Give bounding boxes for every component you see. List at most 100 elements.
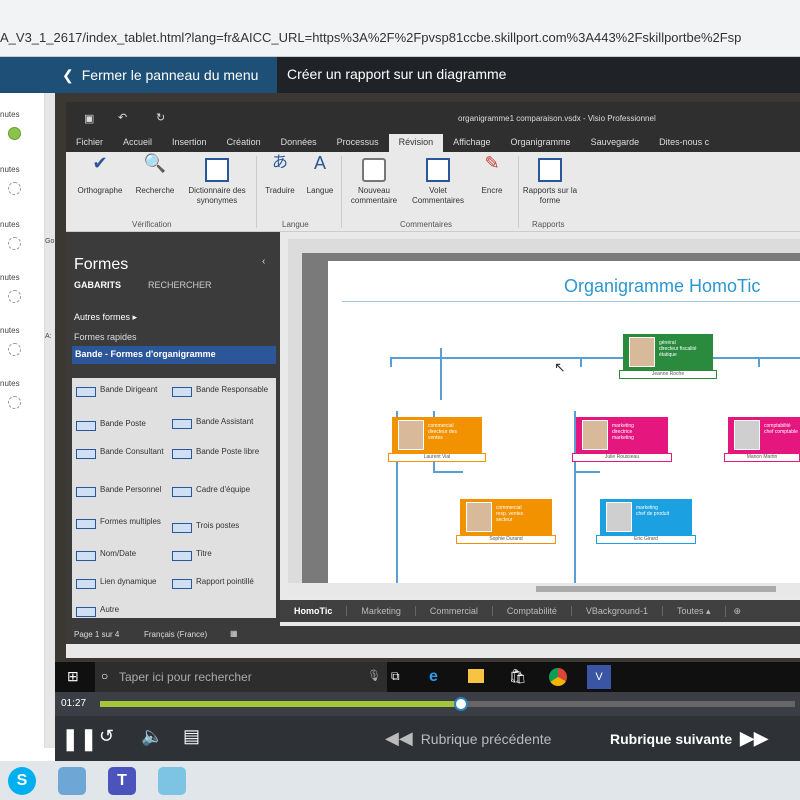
tell-me-box[interactable]: Dites-nous c (649, 134, 719, 152)
connector[interactable] (758, 357, 760, 367)
topic-incomplete-icon[interactable] (8, 396, 21, 409)
store-icon[interactable]: 🛍 (509, 668, 527, 685)
page-tab-commercial[interactable]: Commercial (416, 606, 493, 616)
mouse-cursor-icon: ↖ (554, 359, 566, 375)
file-explorer-icon[interactable] (468, 669, 484, 683)
org-chart-title[interactable]: Organigramme HomoTic (564, 276, 760, 297)
progress-handle[interactable] (454, 697, 468, 711)
shape-item[interactable]: Titre (172, 548, 272, 561)
shape-item[interactable]: Formes multiples (76, 516, 170, 529)
shape-item[interactable]: Nom/Date (76, 548, 170, 561)
rewind-10-icon[interactable]: ↺ (99, 726, 114, 747)
tab-affichage[interactable]: Affichage (443, 134, 500, 152)
tab-donnees[interactable]: Données (271, 134, 327, 152)
quick-shapes-link[interactable]: Formes rapides (74, 332, 137, 342)
url-text[interactable]: A_V3_1_2617/index_tablet.html?lang=fr&AI… (0, 30, 741, 45)
taskbar-search[interactable]: ○ Taper ici pour rechercher 🎙 (95, 662, 387, 692)
collapse-icon[interactable]: ‹ (262, 256, 265, 267)
shape-label: Bande Poste libre (196, 447, 260, 456)
drawing-page[interactable]: Organigramme HomoTic général directeur f… (328, 261, 800, 583)
rapports-button[interactable]: Rapports sur la forme (522, 158, 578, 206)
page-indicator[interactable]: Page 1 sur 4 (74, 630, 119, 639)
windows-start-icon[interactable]: ⊞ (67, 668, 79, 685)
skype-icon[interactable]: S (8, 767, 36, 795)
orthographe-button[interactable]: ✔ Orthographe (72, 154, 128, 196)
language-indicator[interactable]: Français (France) (144, 630, 207, 639)
connector[interactable] (390, 357, 800, 359)
shape-item[interactable]: Lien dynamique (76, 576, 170, 589)
shape-item[interactable]: Rapport pointillé (172, 576, 272, 589)
connector[interactable] (580, 357, 582, 367)
volet-commentaires-button[interactable]: Volet Commentaires (406, 158, 470, 206)
shape-item[interactable]: Bande Assistant (172, 416, 272, 429)
tab-revision[interactable]: Révision (388, 134, 444, 152)
shape-item[interactable]: Bande Dirigeant (76, 384, 170, 397)
redo-icon[interactable]: ↻ (156, 111, 165, 124)
encre-button[interactable]: ✎ Encre (474, 154, 510, 196)
macro-icon[interactable]: ▦ (230, 629, 238, 638)
connector[interactable] (390, 357, 392, 367)
tab-accueil[interactable]: Accueil (113, 134, 162, 152)
shape-item[interactable]: Bande Personnel (76, 484, 170, 497)
all-pages-button[interactable]: Toutes ▴ (663, 605, 726, 617)
tab-gabarits[interactable]: GABARITS (74, 280, 121, 290)
transcript-icon[interactable]: ▤ (183, 726, 200, 747)
language-icon: A (313, 153, 326, 173)
task-view-icon[interactable]: ⧉ (391, 669, 400, 684)
tab-insertion[interactable]: Insertion (162, 134, 217, 152)
page-tab-vbackground[interactable]: VBackground-1 (572, 606, 663, 616)
more-shapes-link[interactable]: Autres formes ▸ (74, 312, 137, 323)
topic-complete-icon[interactable] (8, 127, 21, 140)
previous-topic-button[interactable]: ◀◀ Rubrique précédente (385, 728, 551, 749)
close-menu-panel-button[interactable]: ❮ Fermer le panneau du menu (0, 57, 277, 93)
microphone-icon[interactable]: 🎙 (367, 669, 381, 682)
page-tab-homotic[interactable]: HomoTic (280, 606, 348, 616)
topic-incomplete-icon[interactable] (8, 343, 21, 356)
next-topic-button[interactable]: Rubrique suivante ▶▶ (610, 728, 768, 749)
tab-creation[interactable]: Création (217, 134, 271, 152)
shape-item[interactable]: Bande Responsable (172, 384, 272, 397)
video-progress-bar[interactable]: 01:27 (55, 692, 800, 716)
paint-icon[interactable] (158, 767, 186, 795)
notepad-icon[interactable] (58, 767, 86, 795)
shape-item[interactable]: Bande Poste (76, 418, 170, 431)
scrollbar-thumb[interactable] (536, 586, 776, 592)
recherche-button[interactable]: 🔍 Recherche (130, 154, 180, 196)
shape-item[interactable]: Trois postes (172, 520, 272, 533)
browser-url-bar[interactable]: A_V3_1_2617/index_tablet.html?lang=fr&AI… (0, 0, 800, 57)
tab-rechercher[interactable]: RECHERCHER (148, 280, 212, 290)
shape-item[interactable]: Bande Consultant (76, 446, 170, 459)
edge-icon[interactable]: e (429, 668, 438, 686)
traduire-button[interactable]: あ Traduire (258, 155, 302, 196)
visio-app-icon[interactable]: V (587, 665, 611, 689)
topic-incomplete-icon[interactable] (8, 237, 21, 250)
connector[interactable] (440, 348, 442, 400)
topic-incomplete-icon[interactable] (8, 182, 21, 195)
tab-fichier[interactable]: Fichier (66, 134, 113, 152)
connector[interactable] (433, 471, 463, 473)
selected-stencil[interactable]: Bande - Formes d'organigramme (72, 346, 276, 364)
page-tab-comptabilite[interactable]: Comptabilité (493, 606, 572, 616)
shape-item[interactable]: Bande Poste libre (172, 446, 272, 459)
undo-icon[interactable]: ↶ (118, 111, 127, 124)
tab-sauvegarde[interactable]: Sauvegarde (581, 134, 650, 152)
volume-icon[interactable]: 🔈 (141, 726, 163, 747)
shape-item[interactable]: Autre (76, 604, 170, 617)
topic-incomplete-icon[interactable] (8, 290, 21, 303)
langue-button[interactable]: A Langue (302, 153, 338, 196)
dictionnaire-button[interactable]: Dictionnaire des synonymes (182, 158, 252, 206)
add-page-icon[interactable]: ⊕ (726, 606, 750, 617)
connector[interactable] (574, 471, 600, 473)
save-icon[interactable]: ▣ (84, 112, 94, 125)
shape-icon (76, 519, 96, 529)
tab-organigramme[interactable]: Organigramme (501, 134, 581, 152)
chrome-icon[interactable] (549, 668, 567, 686)
nouveau-commentaire-button[interactable]: Nouveau commentaire (344, 158, 404, 206)
shape-item[interactable]: Cadre d'équipe (172, 484, 272, 497)
tab-processus[interactable]: Processus (327, 134, 389, 152)
group-label: Rapports (532, 220, 565, 229)
page-tab-marketing[interactable]: Marketing (347, 606, 416, 616)
pause-icon[interactable]: ❚❚ (61, 726, 98, 752)
teams-icon[interactable]: T (108, 767, 136, 795)
ribbon-tabs: Fichier Accueil Insertion Création Donné… (66, 134, 800, 152)
